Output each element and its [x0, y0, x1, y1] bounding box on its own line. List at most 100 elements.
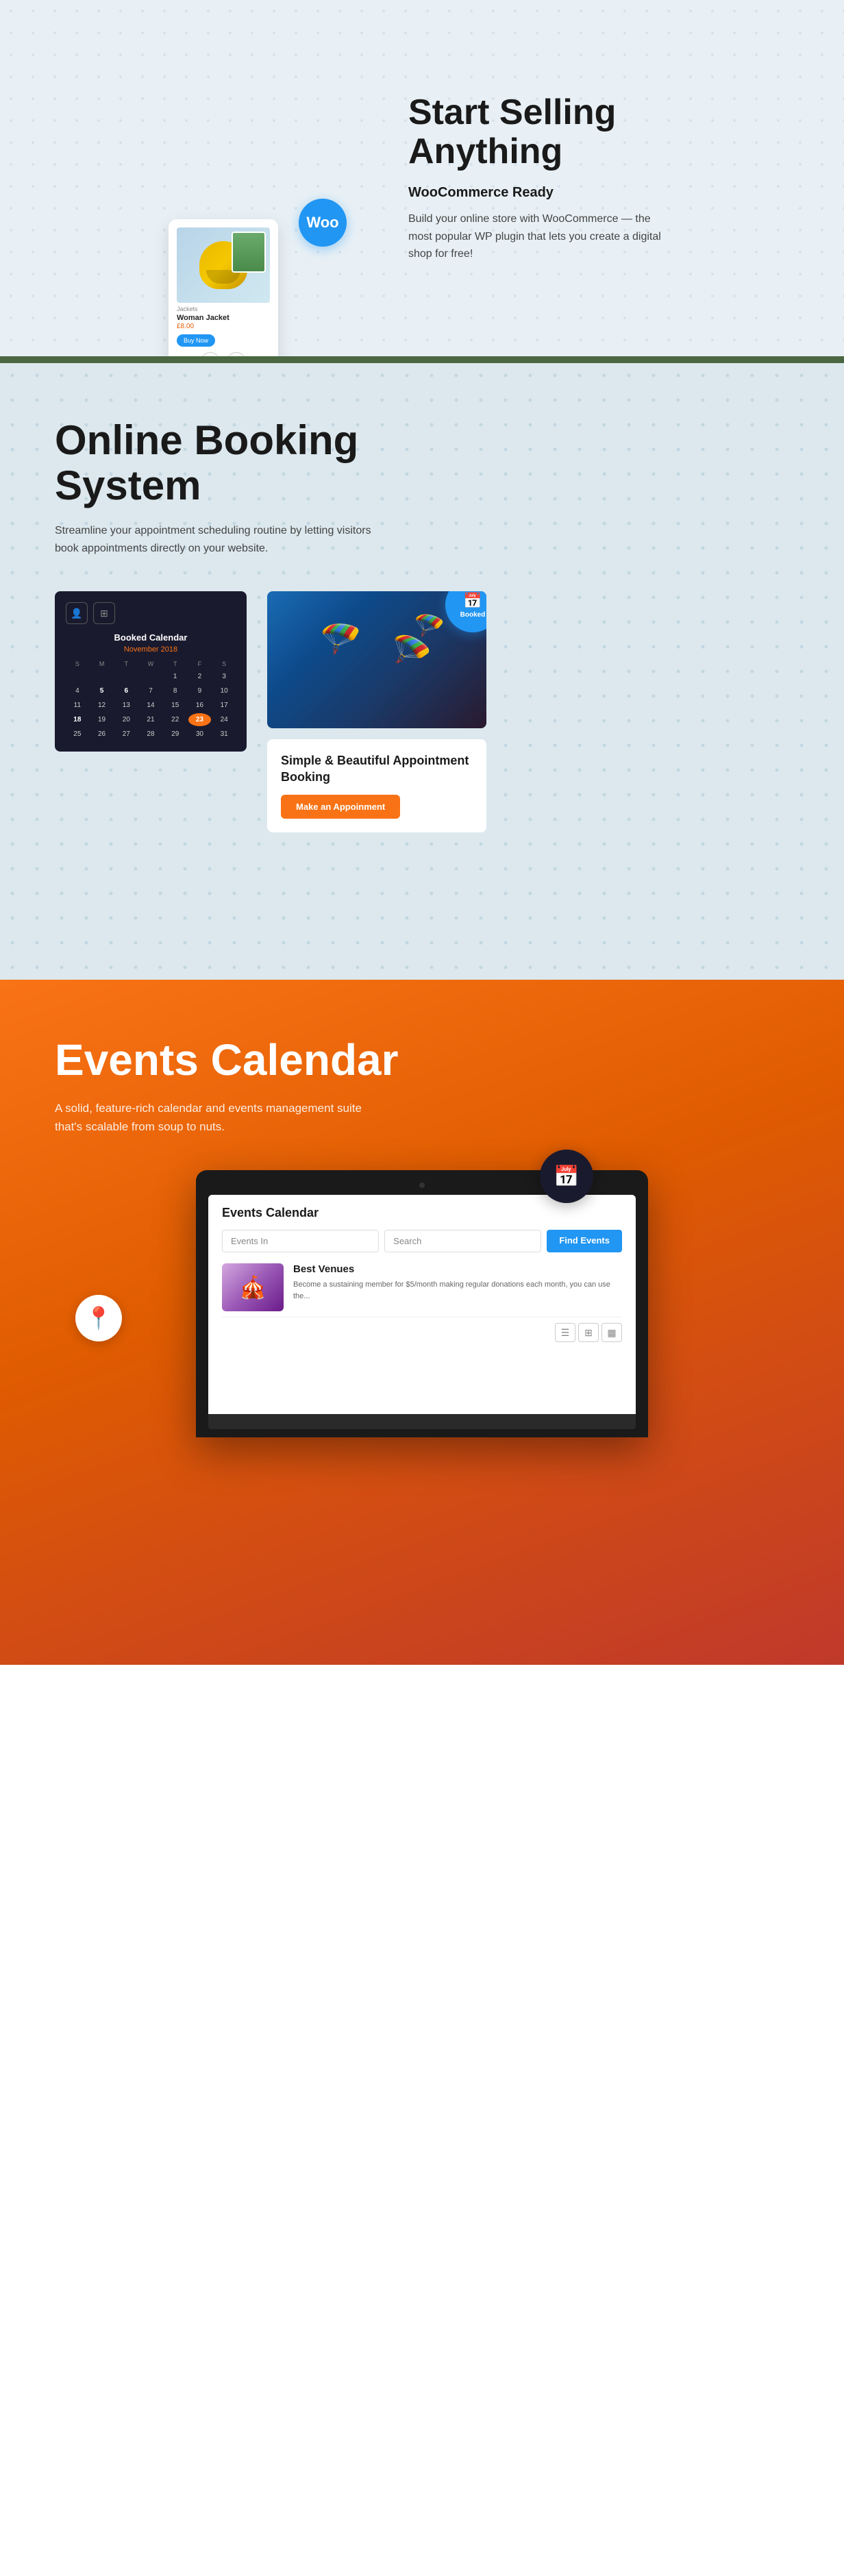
- events-in-input[interactable]: Events In: [222, 1230, 379, 1252]
- person-icon: 👤: [66, 602, 88, 624]
- cal-day-18[interactable]: 18: [66, 713, 89, 726]
- cal-day-20[interactable]: 20: [114, 713, 138, 726]
- booking-title: Online Booking System: [55, 418, 452, 508]
- cal-day-29[interactable]: 29: [164, 728, 187, 741]
- cal-day-23[interactable]: 23: [188, 713, 212, 726]
- woo-title-line1: Start Selling: [408, 92, 616, 132]
- cal-day-19[interactable]: 19: [90, 713, 114, 726]
- booking-description: Streamline your appointment scheduling r…: [55, 522, 384, 557]
- cal-day-28[interactable]: 28: [139, 728, 162, 741]
- events-search-input[interactable]: Search: [384, 1230, 541, 1252]
- product-price: £8.00: [177, 323, 270, 330]
- skydiver-1: 🪂: [318, 614, 367, 662]
- venue-row: 🎪 Best Venues Become a sustaining member…: [222, 1263, 622, 1311]
- woo-title: Start Selling Anything: [408, 93, 669, 171]
- venue-description: Become a sustaining member for $5/month …: [293, 1279, 622, 1302]
- view-controls-row: ☰ ⊞ ▦: [222, 1317, 622, 1348]
- product-actions: ♡ 🛒: [177, 352, 270, 356]
- list-view-button[interactable]: ☰: [555, 1323, 575, 1342]
- jacket-thumbnail: [232, 232, 266, 273]
- google-maps-badge: 📍: [75, 1295, 122, 1341]
- cal-day-1[interactable]: 1: [164, 670, 187, 683]
- day-header-s2: S: [212, 659, 236, 669]
- cal-day-21[interactable]: 21: [139, 713, 162, 726]
- laptop-foot: [208, 1429, 636, 1437]
- events-text-block: Events Calendar A solid, feature-rich ca…: [55, 1035, 789, 1136]
- cal-day-11[interactable]: 11: [66, 699, 89, 712]
- cal-day-4[interactable]: 4: [66, 684, 89, 697]
- cal-day-3[interactable]: 3: [212, 670, 236, 683]
- skydiving-photo: 🪂 🪂 🪂 📅 Booked: [267, 591, 486, 728]
- calendar-title: Booked Calendar: [66, 632, 236, 643]
- venue-info: Best Venues Become a sustaining member f…: [293, 1263, 622, 1302]
- cal-day-16[interactable]: 16: [188, 699, 212, 712]
- product-image: [177, 227, 270, 303]
- events-app-badge: 📅: [540, 1150, 593, 1203]
- cal-day-6[interactable]: 6: [114, 684, 138, 697]
- day-header-t2: T: [164, 659, 187, 669]
- section-divider: [0, 356, 844, 363]
- events-description: A solid, feature-rich calendar and event…: [55, 1099, 384, 1136]
- cal-day-13[interactable]: 13: [114, 699, 138, 712]
- cal-day-15[interactable]: 15: [164, 699, 187, 712]
- woo-logo-badge: Woo: [299, 199, 347, 247]
- view-buttons: ☰ ⊞ ▦: [555, 1323, 622, 1342]
- buy-now-button[interactable]: Buy Now: [177, 334, 215, 347]
- events-search-row: Events In Search Find Events: [222, 1230, 622, 1252]
- cal-day-2[interactable]: 2: [188, 670, 212, 683]
- cal-empty: [139, 670, 162, 683]
- cal-day-31[interactable]: 31: [212, 728, 236, 741]
- booking-text-block: Online Booking System Streamline your ap…: [55, 418, 452, 557]
- calendar-header-bar: 👤 ⊞: [66, 602, 236, 624]
- booking-title-line2: System: [55, 462, 201, 508]
- calendar-card: 👤 ⊞ Booked Calendar November 2018 S M T …: [55, 591, 247, 752]
- laptop-frame: Events Calendar Events In Search Find Ev…: [196, 1170, 648, 1437]
- events-title: Events Calendar: [55, 1035, 789, 1085]
- laptop-camera: [419, 1182, 425, 1188]
- calendar-icon-btn[interactable]: ⊞: [93, 602, 115, 624]
- cal-day-12[interactable]: 12: [90, 699, 114, 712]
- make-appointment-button[interactable]: Make an Appoinment: [281, 795, 400, 819]
- laptop-base: [208, 1414, 636, 1429]
- table-view-button[interactable]: ▦: [601, 1323, 622, 1342]
- cal-day-14[interactable]: 14: [139, 699, 162, 712]
- cal-day-22[interactable]: 22: [164, 713, 187, 726]
- cal-day-5[interactable]: 5: [90, 684, 114, 697]
- booking-title-line1: Online Booking: [55, 417, 358, 463]
- woo-section: Jackets Woman Jacket £8.00 Buy Now ♡ 🛒 W…: [0, 0, 844, 356]
- booked-badge-label: Booked: [460, 611, 486, 619]
- cal-day-8[interactable]: 8: [164, 684, 187, 697]
- product-card: Jackets Woman Jacket £8.00 Buy Now ♡ 🛒: [169, 219, 278, 356]
- woo-badge-text: Woo: [306, 214, 338, 232]
- day-header-s: S: [66, 659, 89, 669]
- woo-description: Build your online store with WooCommerce…: [408, 210, 669, 263]
- day-header-f: F: [188, 659, 212, 669]
- day-header-m: M: [90, 659, 114, 669]
- maps-icon: 📍: [85, 1305, 112, 1331]
- product-label: Jackets: [177, 306, 270, 312]
- day-header-w: W: [139, 659, 162, 669]
- laptop-screen: Events Calendar Events In Search Find Ev…: [208, 1195, 636, 1414]
- grid-view-button[interactable]: ⊞: [578, 1323, 599, 1342]
- cal-day-24[interactable]: 24: [212, 713, 236, 726]
- cal-day-9[interactable]: 9: [188, 684, 212, 697]
- booking-section: Online Booking System Streamline your ap…: [0, 363, 844, 980]
- venue-thumbnail: 🎪: [222, 1263, 284, 1311]
- calendar-badge-icon: 📅: [463, 592, 482, 610]
- find-events-button[interactable]: Find Events: [547, 1230, 622, 1252]
- cal-day-26[interactable]: 26: [90, 728, 114, 741]
- woo-title-line2: Anything: [408, 132, 562, 171]
- cart-icon[interactable]: 🛒: [227, 352, 246, 356]
- woo-subtitle: WooCommerce Ready: [408, 185, 669, 201]
- cal-day-30[interactable]: 30: [188, 728, 212, 741]
- cal-day-17[interactable]: 17: [212, 699, 236, 712]
- skydiver-3: 🪂: [413, 610, 446, 642]
- wishlist-icon[interactable]: ♡: [201, 352, 220, 356]
- cal-empty: [66, 670, 89, 683]
- cal-day-27[interactable]: 27: [114, 728, 138, 741]
- cal-day-10[interactable]: 10: [212, 684, 236, 697]
- events-app-ui: Events Calendar Events In Search Find Ev…: [208, 1195, 636, 1359]
- cal-day-25[interactable]: 25: [66, 728, 89, 741]
- cal-empty: [90, 670, 114, 683]
- cal-day-7[interactable]: 7: [139, 684, 162, 697]
